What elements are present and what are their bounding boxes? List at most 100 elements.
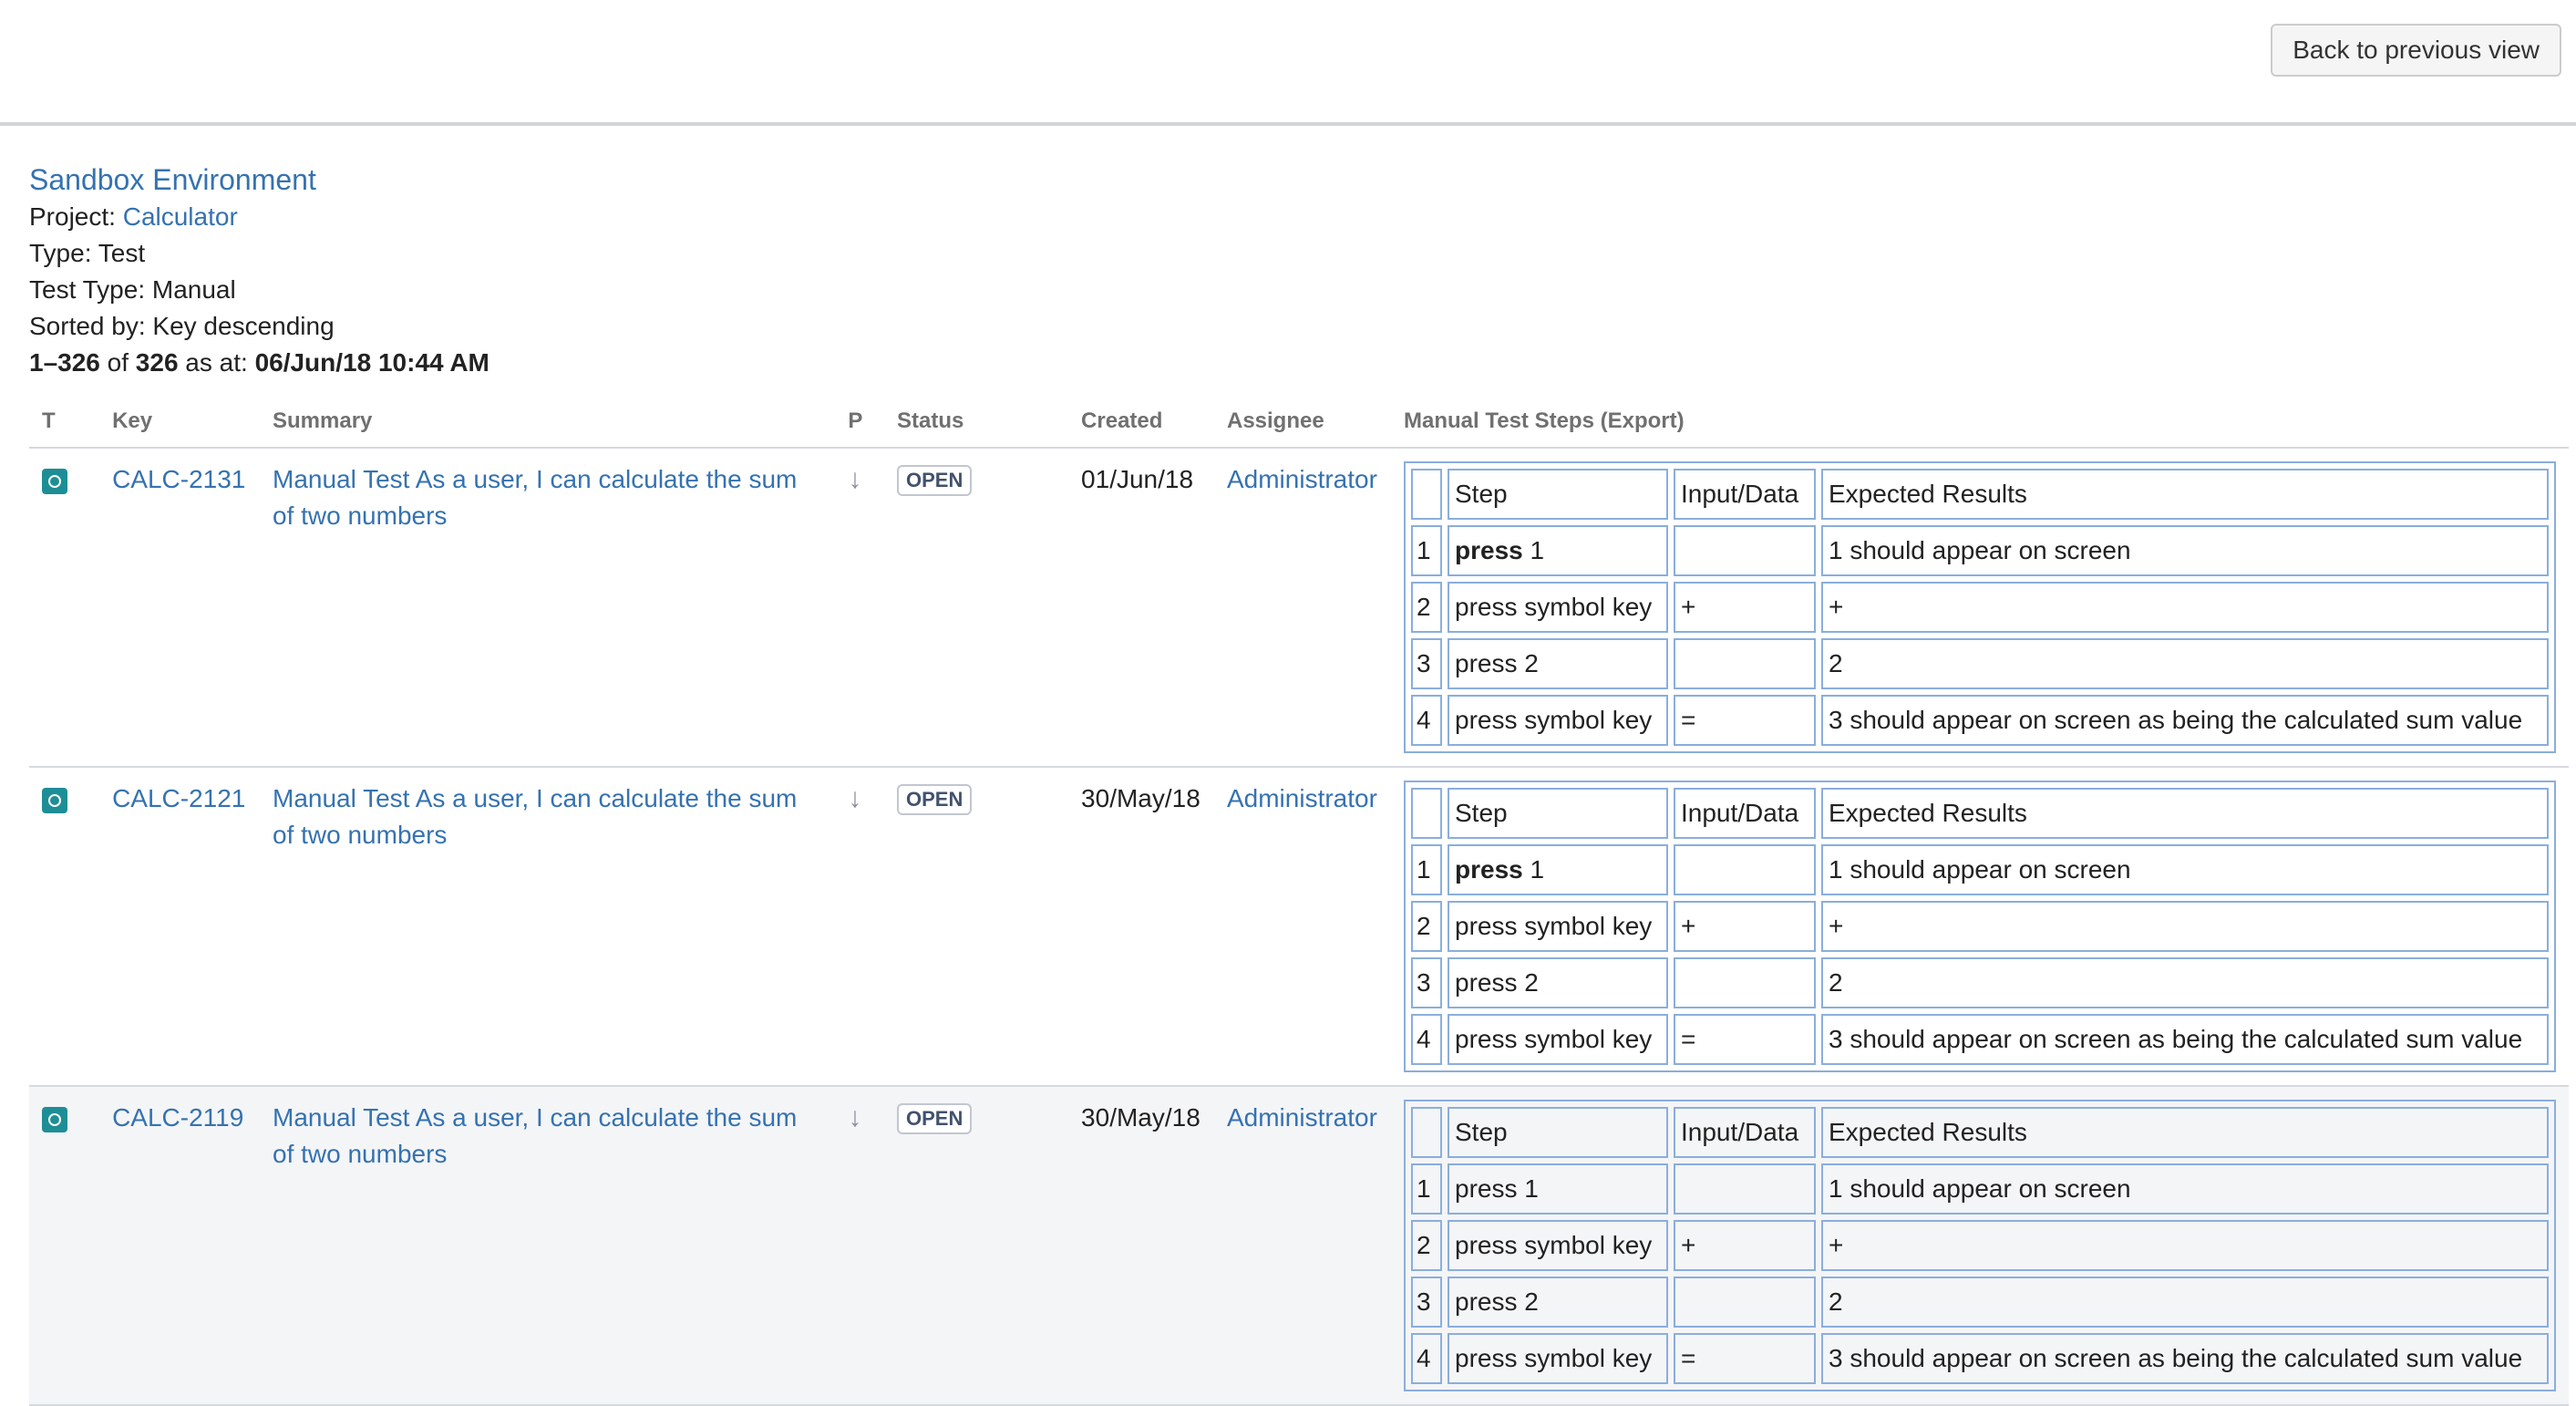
step-row: 2 press symbol key + + (1411, 901, 2549, 952)
step-input-data: + (1674, 1220, 1816, 1271)
low-priority-arrow-icon: ↓ (848, 783, 862, 813)
steps-header-row: Step Input/Data Expected Results (1411, 469, 2549, 520)
result-of: of (107, 348, 129, 377)
assignee-link[interactable]: Administrator (1227, 784, 1377, 812)
column-header-assignee[interactable]: Assignee (1213, 401, 1391, 449)
step-index: 1 (1411, 1163, 1442, 1215)
priority-cell: ↓ (835, 448, 884, 768)
step-index: 1 (1411, 525, 1442, 576)
assignee-link[interactable]: Administrator (1227, 1103, 1377, 1132)
step-action: press symbol key (1448, 1014, 1668, 1065)
step-expected-result: 3 should appear on screen as being the c… (1821, 695, 2549, 746)
step-row: 1 press 1 1 should appear on screen (1411, 525, 2549, 576)
table-row: CALC-2121 Manual Test As a user, I can c… (29, 767, 2569, 1087)
type-line: Type: Test (29, 239, 146, 267)
steps-header-index (1411, 469, 1442, 520)
assignee-link[interactable]: Administrator (1227, 465, 1377, 493)
project-link[interactable]: Calculator (123, 202, 238, 231)
step-input-data: = (1674, 1014, 1816, 1065)
step-action: press 2 (1448, 638, 1668, 689)
step-action-bold: press (1455, 855, 1523, 884)
step-index: 4 (1411, 1014, 1442, 1065)
manual-test-steps-table: Step Input/Data Expected Results 1 press … (1404, 1100, 2556, 1391)
test-issue-type-icon (42, 788, 67, 813)
steps-header-expected: Expected Results (1821, 1107, 2549, 1158)
environment-link[interactable]: Sandbox Environment (29, 163, 316, 196)
assignee-cell: Administrator (1213, 767, 1391, 1087)
step-action: press 1 (1448, 1163, 1668, 1215)
step-input-data (1674, 957, 1816, 1008)
report-header: Sandbox Environment Project: Calculator … (29, 160, 489, 381)
column-header-type[interactable]: T (29, 401, 100, 449)
issue-summary-link[interactable]: Manual Test As a user, I can calculate t… (273, 784, 797, 849)
column-header-summary[interactable]: Summary (260, 401, 836, 449)
column-header-status[interactable]: Status (884, 401, 1069, 449)
assignee-cell: Administrator (1213, 448, 1391, 768)
step-action: press 2 (1448, 1277, 1668, 1328)
table-row: CALC-2131 Manual Test As a user, I can c… (29, 448, 2569, 768)
column-header-created[interactable]: Created (1068, 401, 1214, 449)
status-cell: OPEN (884, 1086, 1069, 1406)
type-cell (29, 1086, 100, 1406)
step-row: 2 press symbol key + + (1411, 1220, 2549, 1271)
step-index: 4 (1411, 1333, 1442, 1384)
step-action: press symbol key (1448, 582, 1668, 633)
steps-header-input: Input/Data (1674, 469, 1816, 520)
step-expected-result: + (1821, 582, 2549, 633)
steps-header-step: Step (1448, 788, 1668, 839)
step-input-data: = (1674, 695, 1816, 746)
issues-header-row: T Key Summary P Status Created Assignee … (29, 401, 2569, 449)
step-row: 1 press 1 1 should appear on screen (1411, 844, 2549, 895)
step-expected-result: 3 should appear on screen as being the c… (1821, 1333, 2549, 1384)
step-action: press 1 (1448, 525, 1668, 576)
step-input-data (1674, 1163, 1816, 1215)
project-label: Project: (29, 202, 116, 231)
step-input-data: + (1674, 582, 1816, 633)
column-header-priority[interactable]: P (835, 401, 884, 449)
steps-header-index (1411, 788, 1442, 839)
steps-cell: Step Input/Data Expected Results 1 press … (1391, 767, 2569, 1087)
step-index: 2 (1411, 1220, 1442, 1271)
issue-key-link[interactable]: CALC-2131 (112, 465, 245, 493)
step-row: 3 press 2 2 (1411, 638, 2549, 689)
created-date: 30/May/18 (1081, 1103, 1200, 1132)
created-cell: 30/May/18 (1068, 1086, 1214, 1406)
step-expected-result: 1 should appear on screen (1821, 1163, 2549, 1215)
steps-header-step: Step (1448, 1107, 1668, 1158)
back-to-previous-view-button[interactable]: Back to previous view (2271, 24, 2561, 77)
status-badge: OPEN (897, 1103, 973, 1134)
steps-cell: Step Input/Data Expected Results 1 press … (1391, 448, 2569, 768)
steps-header-row: Step Input/Data Expected Results (1411, 788, 2549, 839)
manual-test-steps-table: Step Input/Data Expected Results 1 press … (1404, 781, 2556, 1072)
status-cell: OPEN (884, 448, 1069, 768)
issue-key-link[interactable]: CALC-2119 (112, 1103, 243, 1132)
test-type-line: Test Type: Manual (29, 275, 236, 304)
steps-header-input: Input/Data (1674, 788, 1816, 839)
result-total: 326 (135, 348, 179, 377)
steps-cell: Step Input/Data Expected Results 1 press … (1391, 1086, 2569, 1406)
issue-key-link[interactable]: CALC-2121 (112, 784, 245, 812)
step-expected-result: 3 should appear on screen as being the c… (1821, 1014, 2549, 1065)
step-index: 3 (1411, 638, 1442, 689)
step-action: press 1 (1448, 844, 1668, 895)
summary-cell: Manual Test As a user, I can calculate t… (260, 767, 836, 1087)
step-row: 1 press 1 1 should appear on screen (1411, 1163, 2549, 1215)
step-input-data (1674, 844, 1816, 895)
steps-header-index (1411, 1107, 1442, 1158)
column-header-key[interactable]: Key (99, 401, 260, 449)
issue-summary-link[interactable]: Manual Test As a user, I can calculate t… (273, 465, 797, 530)
low-priority-arrow-icon: ↓ (848, 1102, 862, 1132)
status-badge: OPEN (897, 465, 973, 496)
issue-summary-link[interactable]: Manual Test As a user, I can calculate t… (273, 1103, 797, 1168)
priority-cell: ↓ (835, 1086, 884, 1406)
step-action: press symbol key (1448, 695, 1668, 746)
step-index: 3 (1411, 1277, 1442, 1328)
project-line: Project: Calculator (29, 199, 489, 235)
steps-header-expected: Expected Results (1821, 788, 2549, 839)
result-as-at: as at: (185, 348, 248, 377)
key-cell: CALC-2131 (99, 448, 260, 768)
step-expected-result: 1 should appear on screen (1821, 844, 2549, 895)
created-cell: 30/May/18 (1068, 767, 1214, 1087)
result-timestamp: 06/Jun/18 10:44 AM (254, 348, 489, 377)
summary-cell: Manual Test As a user, I can calculate t… (260, 1086, 836, 1406)
